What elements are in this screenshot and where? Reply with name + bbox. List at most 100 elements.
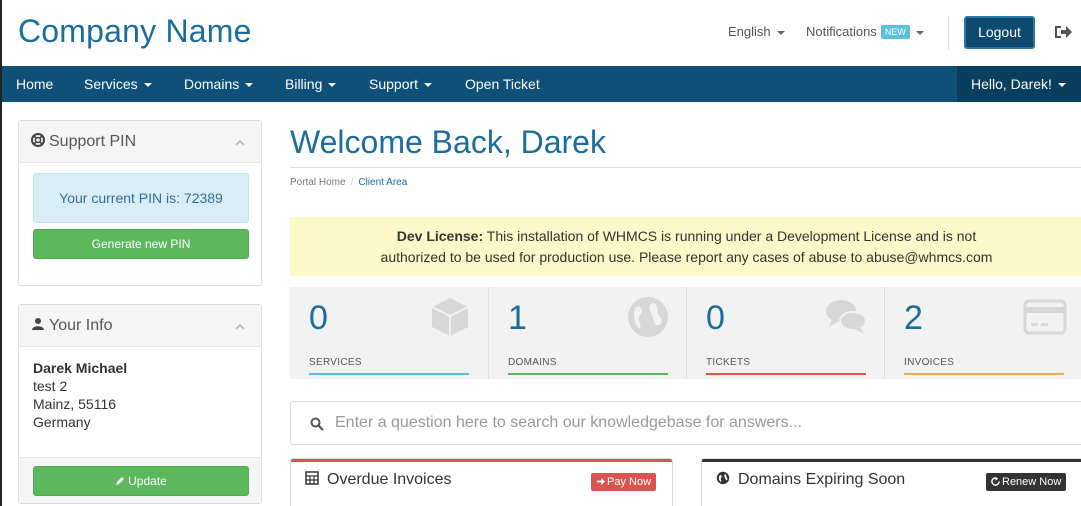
- nav-domains-label: Domains: [184, 76, 240, 92]
- language-dropdown[interactable]: English: [728, 24, 785, 39]
- new-badge: NEW: [880, 25, 910, 39]
- update-button[interactable]: Update: [33, 466, 249, 496]
- notifications-label: Notifications: [806, 24, 877, 39]
- services-count: 0: [309, 299, 328, 337]
- globe-icon: [628, 297, 668, 337]
- current-pin-alert: Your current PIN is: 72389: [33, 173, 249, 223]
- account-greeting: Hello, Darek!: [971, 76, 1052, 92]
- chevron-down-icon: [328, 83, 337, 88]
- arrow-right-icon: [596, 477, 605, 486]
- page-title: Welcome Back, Darek: [290, 124, 606, 160]
- support-pin-panel: Support PIN Your current PIN is: 72389 G…: [18, 120, 262, 286]
- overdue-title-text: Overdue Invoices: [327, 471, 452, 488]
- domains-accent: [702, 459, 1081, 462]
- dev-license-text-1: This installation of WHMCS is running un…: [486, 228, 977, 244]
- overdue-title: Overdue Invoices: [305, 471, 452, 489]
- nav-billing-label: Billing: [285, 76, 323, 92]
- company-logo[interactable]: Company Name: [18, 13, 252, 50]
- user-icon: [32, 318, 44, 330]
- credit-card-icon: [1023, 299, 1067, 335]
- overdue-invoices-card: Overdue Invoices Pay Now: [290, 458, 673, 506]
- search-input[interactable]: [335, 410, 1035, 436]
- tile-domains[interactable]: 1 DOMAINS: [488, 287, 686, 379]
- your-info-footer: Update: [19, 457, 261, 503]
- breadcrumb: Portal Home / Client Area: [290, 177, 407, 188]
- your-info-header[interactable]: Your Info: [19, 305, 261, 347]
- domains-underline: [508, 373, 668, 375]
- breadcrumb-current[interactable]: Client Area: [358, 177, 407, 188]
- nav-support-label: Support: [369, 76, 419, 92]
- knowledgebase-search: [290, 401, 1081, 445]
- chevron-down-icon: [776, 30, 785, 35]
- nav-billing[interactable]: Billing: [285, 66, 337, 102]
- overdue-accent: [291, 459, 672, 462]
- update-label: Update: [128, 474, 167, 488]
- invoices-underline: [904, 373, 1064, 375]
- chevron-down-icon: [424, 83, 433, 88]
- tile-invoices[interactable]: 2 INVOICES: [884, 287, 1081, 379]
- chevron-down-icon: [245, 83, 254, 88]
- life-ring-icon: [31, 133, 45, 147]
- chevron-up-icon[interactable]: [235, 138, 245, 148]
- sign-out-icon[interactable]: [1054, 24, 1072, 40]
- language-label: English: [728, 24, 771, 39]
- breadcrumb-home[interactable]: Portal Home: [290, 177, 346, 188]
- invoices-count: 2: [904, 299, 923, 337]
- nav-domains[interactable]: Domains: [184, 66, 254, 102]
- nav-services-label: Services: [84, 76, 138, 92]
- pay-now-button[interactable]: Pay Now: [591, 473, 657, 491]
- nav-services[interactable]: Services: [84, 66, 152, 102]
- generate-pin-button[interactable]: Generate new PIN: [33, 229, 249, 259]
- dev-license-text-2: authorized to be used for production use…: [380, 249, 993, 265]
- breadcrumb-separator: /: [350, 177, 354, 188]
- your-info-title: Your Info: [49, 317, 113, 334]
- support-pin-title: Support PIN: [49, 133, 137, 150]
- tile-tickets[interactable]: 0 TICKETS: [686, 287, 884, 379]
- pay-now-label: Pay Now: [607, 476, 652, 488]
- chevron-up-icon[interactable]: [235, 322, 245, 332]
- comments-icon: [826, 300, 867, 334]
- logout-button[interactable]: Logout: [964, 16, 1035, 49]
- refresh-icon: [991, 477, 1000, 486]
- client-name: Darek Michael: [33, 360, 128, 376]
- tile-services[interactable]: 0 SERVICES: [290, 287, 488, 379]
- client-area-page: Company Name English Notifications NEW Lo…: [0, 0, 1081, 506]
- domains-label: DOMAINS: [508, 357, 557, 368]
- chevron-down-icon: [1057, 83, 1066, 88]
- services-label: SERVICES: [309, 357, 362, 368]
- chevron-down-icon: [143, 83, 152, 88]
- your-info-panel: Your Info Darek Michael test 2 Mainz, 55…: [18, 304, 262, 504]
- address-block: Darek Michael test 2 Mainz, 55116 German…: [19, 347, 261, 443]
- stats-tiles: 0 SERVICES 1 DOMAINS 0 TICKETS 2 INVOICE…: [290, 287, 1081, 379]
- tickets-underline: [706, 373, 866, 375]
- nav-home[interactable]: Home: [16, 66, 53, 102]
- dev-license-alert: Dev License: This installation of WHMCS …: [290, 217, 1081, 276]
- chevron-down-icon: [915, 30, 924, 35]
- nav-open-ticket[interactable]: Open Ticket: [465, 66, 540, 102]
- globe-icon: [716, 471, 730, 485]
- nav-support[interactable]: Support: [369, 66, 433, 102]
- pencil-icon: [116, 477, 125, 485]
- domains-expiring-card: Domains Expiring Soon Renew Now: [701, 458, 1081, 506]
- domains-expiring-title: Domains Expiring Soon: [716, 471, 905, 489]
- header-divider: [948, 16, 949, 50]
- notifications-dropdown[interactable]: Notifications NEW: [806, 24, 924, 39]
- address-country: Germany: [33, 414, 91, 430]
- main-navbar: Home Services Domains Billing Support Op…: [2, 66, 1081, 102]
- address-line: test 2: [33, 378, 68, 394]
- domains-count: 1: [508, 299, 527, 337]
- support-pin-header[interactable]: Support PIN: [19, 121, 261, 163]
- dev-license-label: Dev License:: [396, 228, 484, 244]
- tickets-count: 0: [706, 299, 725, 337]
- invoices-label: INVOICES: [904, 357, 955, 368]
- cube-icon: [431, 298, 469, 336]
- title-divider: [290, 167, 1081, 168]
- calculator-icon: [305, 471, 319, 485]
- services-underline: [309, 373, 469, 375]
- renew-now-button[interactable]: Renew Now: [986, 473, 1067, 491]
- account-menu[interactable]: Hello, Darek!: [957, 66, 1081, 102]
- address-city: Mainz, 55116: [33, 396, 117, 412]
- renew-now-label: Renew Now: [1002, 476, 1062, 488]
- search-icon: [310, 417, 324, 431]
- domains-expiring-title-text: Domains Expiring Soon: [738, 471, 906, 488]
